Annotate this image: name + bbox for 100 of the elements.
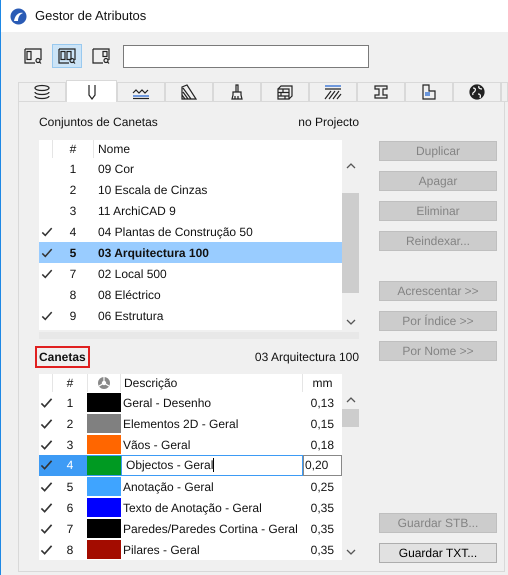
width-field[interactable]: 0,20 [303, 454, 342, 476]
row-number: 9 [68, 308, 78, 324]
color-swatch[interactable] [87, 393, 121, 412]
tab[interactable] [405, 82, 453, 102]
pen-set-row[interactable]: 1 09 Cor [39, 158, 342, 179]
pen-set-name: 11 ArchiCAD 9 [97, 202, 176, 220]
pen-set-row[interactable]: 7 02 Local 500 [39, 263, 342, 284]
column-header[interactable]: mm [303, 374, 342, 392]
window-search-icon [24, 48, 42, 64]
color-swatch[interactable] [87, 456, 121, 474]
globe-icon [468, 84, 486, 100]
pen-row[interactable]: 8 Pilares - Geral 0,35 [39, 539, 342, 560]
pen-width: 0,35 [310, 500, 335, 516]
pen-description: Geral - Desenho [122, 394, 212, 412]
pen-width: 0,13 [310, 394, 335, 412]
row-number: 5 [66, 478, 74, 496]
layers-icon [33, 84, 51, 100]
row-number: 3 [68, 202, 78, 220]
pen-row[interactable]: 6 Texto de Anotação - Geral 0,35 [39, 497, 342, 518]
pen-description: Elementos 2D - Geral [122, 416, 240, 432]
brick-block-icon [276, 84, 294, 100]
action-button[interactable]: Guardar TXT... [379, 543, 497, 563]
description-field[interactable]: Objectos - Geral [121, 454, 303, 476]
scroll-thumb[interactable] [342, 193, 359, 293]
row-number: 6 [66, 500, 74, 516]
pen-row[interactable]: 3 Vãos - Geral 0,18 [39, 434, 342, 455]
row-number: 7 [68, 266, 78, 282]
column-header[interactable]: Nome [93, 140, 342, 158]
row-number: 8 [68, 286, 78, 304]
row-number: 5 [68, 244, 78, 262]
pen-description: Vãos - Geral [122, 436, 192, 454]
pen-width: 0,15 [310, 416, 335, 432]
tab[interactable] [213, 82, 261, 102]
floor-plan-icon [420, 84, 438, 100]
tab[interactable] [66, 80, 117, 102]
color-swatch[interactable] [87, 477, 121, 496]
pen-row[interactable]: 4 Objectos - Geral 0,20 [39, 455, 342, 476]
window-title: Gestor de Atributos [35, 7, 146, 26]
section-title: Canetas [35, 346, 90, 368]
pen-set-name: 06 Estrutura [97, 308, 164, 324]
scroll-thumb[interactable] [342, 409, 359, 427]
pen-row[interactable]: 7 Paredes/Paredes Cortina - Geral 0,35 [39, 518, 342, 539]
pen-width: 0,18 [310, 436, 335, 454]
pen-set-row[interactable]: 9 06 Estrutura [39, 305, 342, 326]
window-search-icon [58, 48, 76, 64]
column-header[interactable]: Descrição [121, 374, 303, 392]
row-number: 2 [66, 416, 74, 432]
pen-set-row[interactable]: 2 10 Escala de Cinzas [39, 179, 342, 200]
hatch-icon [324, 84, 342, 100]
color-swatch[interactable] [87, 414, 121, 433]
row-number: 1 [68, 160, 78, 178]
pen-set-name: 03 Arquitectura 100 [97, 244, 209, 262]
pen-description: Texto de Anotação - Geral [122, 500, 263, 516]
pen-set-name: 04 Plantas de Construção 50 [97, 224, 253, 240]
pen-set-name: 02 Local 500 [97, 266, 167, 282]
tab[interactable] [117, 82, 165, 102]
row-number: 4 [68, 224, 78, 240]
tab[interactable] [18, 82, 66, 102]
app-logo-icon [10, 8, 27, 24]
window-search-icon [92, 48, 110, 64]
column-header[interactable]: # [53, 140, 93, 158]
pen-set-name: 10 Escala de Cinzas [97, 182, 208, 198]
column-header[interactable]: # [53, 374, 87, 392]
color-swatch[interactable] [87, 498, 121, 517]
pen-set-row[interactable]: 4 04 Plantas de Construção 50 [39, 221, 342, 242]
tab[interactable] [261, 82, 309, 102]
pen-description: Anotação - Geral [122, 478, 215, 496]
hatch-shape-icon [180, 84, 198, 100]
pen-width: 0,35 [310, 520, 335, 538]
pen-description: Pilares - Geral [122, 542, 201, 558]
pen-set-row[interactable]: 5 03 Arquitectura 100 [39, 242, 342, 263]
tab[interactable] [453, 82, 501, 102]
row-number: 7 [66, 520, 74, 538]
pen-row[interactable]: 2 Elementos 2D - Geral 0,15 [39, 413, 342, 434]
pen-width: 0,25 [310, 478, 335, 496]
i-beam-icon [372, 84, 390, 100]
pen-description: Paredes/Paredes Cortina - Geral [122, 520, 299, 538]
tab[interactable] [309, 82, 357, 102]
search-field[interactable] [123, 44, 369, 68]
row-number: 1 [66, 394, 74, 412]
pen-row[interactable]: 5 Anotação - Geral 0,25 [39, 476, 342, 497]
row-number: 8 [66, 542, 74, 558]
pen-row[interactable]: 1 Geral - Desenho 0,13 [39, 392, 342, 413]
row-number: 3 [66, 436, 74, 454]
pen-set-name: 09 Cor [97, 160, 134, 178]
location-label: no Projecto [298, 114, 359, 131]
row-number: 2 [68, 182, 78, 198]
pen-width: 0,35 [310, 542, 335, 558]
pen-set-row[interactable]: 3 11 ArchiCAD 9 [39, 200, 342, 221]
color-swatch[interactable] [87, 540, 121, 559]
color-swatch[interactable] [87, 435, 121, 454]
tab[interactable] [165, 82, 213, 102]
tab[interactable] [357, 82, 405, 102]
section-title: Conjuntos de Canetas [39, 114, 158, 131]
pen-set-label: 03 Arquitectura 100 [254, 349, 359, 366]
row-number: 4 [66, 457, 74, 474]
pen-set-name: 08 Eléctrico [97, 286, 161, 304]
view-button[interactable] [52, 44, 82, 68]
color-swatch[interactable] [87, 519, 121, 538]
pen-set-row[interactable]: 8 08 Eléctrico [39, 284, 342, 305]
